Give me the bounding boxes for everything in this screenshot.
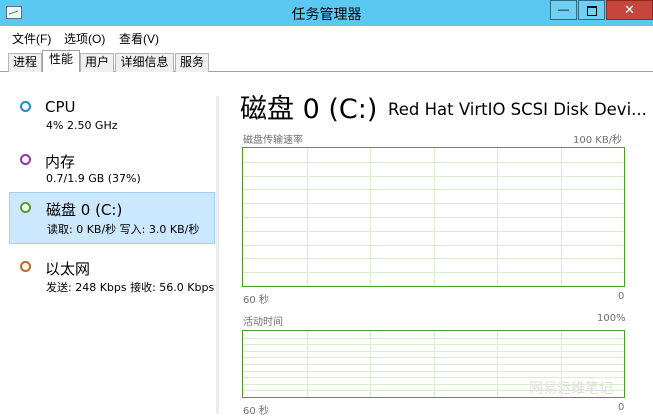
chart-gridline xyxy=(243,357,624,359)
menu-bar: 文件(F) 选项(O) 查看(V) xyxy=(0,26,653,48)
transfer-chart-label: 磁盘传输速率 xyxy=(243,135,303,146)
resource-detail: 0.7/1.9 GB (37%) xyxy=(46,172,141,185)
tab-performance[interactable]: 性能 xyxy=(42,50,80,73)
chart-gridline xyxy=(243,364,624,365)
resource-item-ethernet[interactable]: 以太网 发送: 248 Kbps 接收: 56.0 Kbps xyxy=(9,238,215,294)
resource-item-cpu[interactable]: CPU 4% 2.50 GHz xyxy=(9,78,215,132)
resource-list: CPU 4% 2.50 GHz 内存 0.7/1.9 GB (37%) 磁盘 0… xyxy=(0,72,216,414)
resource-name: CPU xyxy=(45,98,76,116)
minimize-button[interactable]: — xyxy=(550,0,577,20)
chart-gridline xyxy=(243,230,624,232)
chart-gridline xyxy=(243,217,624,218)
cpu-indicator-icon xyxy=(20,101,31,112)
chart-gridline xyxy=(243,370,624,372)
disk-device-name: Red Hat VirtIO SCSI Disk Devi... xyxy=(388,100,647,119)
tab-bar: 进程 性能 用户 详细信息 服务 xyxy=(0,48,653,73)
active-chart-max-label: 100% xyxy=(597,313,626,324)
disk-indicator-icon xyxy=(20,202,31,213)
menu-file[interactable]: 文件(F) xyxy=(12,30,51,47)
title-bar: 任务管理器 — ✕ xyxy=(0,0,653,26)
close-button[interactable]: ✕ xyxy=(606,0,653,20)
transfer-chart-max-label: 100 KB/秒 xyxy=(573,135,623,146)
disk-title: 磁盘 0 (C:) xyxy=(240,94,378,125)
chart-gridline xyxy=(243,161,624,163)
resource-name: 磁盘 0 (C:) xyxy=(46,201,123,219)
tab-users[interactable]: 用户 xyxy=(80,53,114,72)
chart-gridline xyxy=(243,203,624,205)
memory-indicator-icon xyxy=(20,154,31,165)
resource-item-memory[interactable]: 内存 0.7/1.9 GB (37%) xyxy=(9,131,215,185)
chart-gridline xyxy=(243,244,624,246)
watermark: 网易运维笔记 xyxy=(529,380,613,396)
list-scrollbar[interactable] xyxy=(216,96,219,414)
tab-services[interactable]: 服务 xyxy=(175,53,209,72)
active-chart-min-label: 0 xyxy=(618,402,625,413)
resource-detail: 发送: 248 Kbps 接收: 56.0 Kbps xyxy=(46,281,215,294)
chart-gridline xyxy=(243,272,624,274)
chart-gridline xyxy=(243,189,624,191)
resource-detail: 读取: 0 KB/秒 写入: 3.0 KB/秒 xyxy=(47,223,200,236)
transfer-chart-min-label: 0 xyxy=(618,291,625,302)
menu-options[interactable]: 选项(O) xyxy=(64,30,105,47)
transfer-chart-time-label: 60 秒 xyxy=(243,295,269,306)
chart-gridline xyxy=(243,350,624,352)
ethernet-indicator-icon xyxy=(20,261,31,272)
maximize-icon xyxy=(586,6,597,16)
transfer-rate-chart xyxy=(242,147,625,287)
chart-gridline xyxy=(243,344,624,346)
maximize-button[interactable] xyxy=(578,0,605,20)
chart-gridline xyxy=(243,337,624,339)
tab-details[interactable]: 详细信息 xyxy=(115,53,174,72)
active-chart-time-label: 60 秒 xyxy=(243,406,269,417)
chart-gridline xyxy=(243,258,624,260)
resource-name: 内存 xyxy=(45,153,76,171)
resource-name: 以太网 xyxy=(45,260,91,278)
menu-view[interactable]: 查看(V) xyxy=(119,30,159,47)
chart-gridline xyxy=(243,175,624,177)
resource-item-disk[interactable]: 磁盘 0 (C:) 读取: 0 KB/秒 写入: 3.0 KB/秒 xyxy=(9,192,215,244)
tab-processes[interactable]: 进程 xyxy=(8,53,42,72)
active-chart-label: 活动时间 xyxy=(243,317,283,328)
